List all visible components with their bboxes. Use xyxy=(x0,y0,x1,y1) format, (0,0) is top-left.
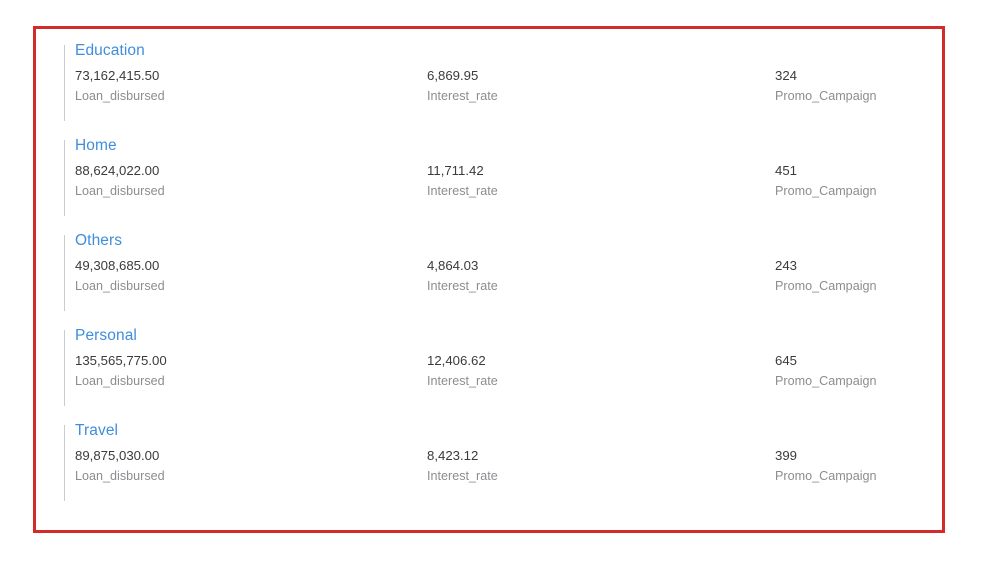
metric-cell-interest-rate: 11,711.42 Interest_rate xyxy=(427,161,775,201)
group-accent-rule xyxy=(64,140,65,216)
metric-value: 451 xyxy=(775,163,798,178)
metric-value: 324 xyxy=(775,68,798,83)
metric-cell-promo-campaign: 451 Promo_Campaign xyxy=(775,161,877,201)
metric-group[interactable]: Education 73,162,415.50 Loan_disbursed 6… xyxy=(64,41,932,136)
metric-group[interactable]: Others 49,308,685.00 Loan_disbursed 4,86… xyxy=(64,231,932,326)
group-title: Personal xyxy=(75,327,137,344)
metric-cell-loan-disbursed: 49,308,685.00 Loan_disbursed xyxy=(75,256,427,296)
metric-cell-promo-campaign: 645 Promo_Campaign xyxy=(775,351,877,391)
metric-label: Interest_rate xyxy=(427,279,498,293)
metric-value: 243 xyxy=(775,258,798,273)
metric-value: 399 xyxy=(775,448,798,463)
metric-cell-interest-rate: 12,406.62 Interest_rate xyxy=(427,351,775,391)
metric-cell-interest-rate: 6,869.95 Interest_rate xyxy=(427,66,775,106)
metric-label: Loan_disbursed xyxy=(75,469,165,483)
metric-cell-loan-disbursed: 89,875,030.00 Loan_disbursed xyxy=(75,446,427,486)
report-card: Education 73,162,415.50 Loan_disbursed 6… xyxy=(33,26,945,533)
metric-label: Loan_disbursed xyxy=(75,89,165,103)
metric-cell-interest-rate: 4,864.03 Interest_rate xyxy=(427,256,775,296)
metric-label: Promo_Campaign xyxy=(775,184,877,198)
metric-cell-loan-disbursed: 135,565,775.00 Loan_disbursed xyxy=(75,351,427,391)
metric-cell-promo-campaign: 324 Promo_Campaign xyxy=(775,66,877,106)
group-title: Home xyxy=(75,137,117,154)
metric-label: Loan_disbursed xyxy=(75,279,165,293)
metric-cell-promo-campaign: 243 Promo_Campaign xyxy=(775,256,877,296)
metric-value: 11,711.42 xyxy=(427,163,484,178)
metric-cell-interest-rate: 8,423.12 Interest_rate xyxy=(427,446,775,486)
metric-label: Promo_Campaign xyxy=(775,89,877,103)
metric-label: Interest_rate xyxy=(427,469,498,483)
metric-label: Loan_disbursed xyxy=(75,184,165,198)
metric-value: 49,308,685.00 xyxy=(75,258,160,273)
metric-value: 645 xyxy=(775,353,798,368)
metric-row: 49,308,685.00 Loan_disbursed 4,864.03 In… xyxy=(75,256,932,296)
metric-row: 88,624,022.00 Loan_disbursed 11,711.42 I… xyxy=(75,161,932,201)
metric-value: 89,875,030.00 xyxy=(75,448,160,463)
group-title: Travel xyxy=(75,422,119,439)
metric-label: Interest_rate xyxy=(427,184,498,198)
group-accent-rule xyxy=(64,330,65,406)
metric-label: Interest_rate xyxy=(427,89,498,103)
metric-row: 73,162,415.50 Loan_disbursed 6,869.95 In… xyxy=(75,66,932,106)
metric-label: Interest_rate xyxy=(427,374,498,388)
metric-value: 8,423.12 xyxy=(427,448,479,463)
metric-value: 73,162,415.50 xyxy=(75,68,160,83)
metric-group[interactable]: Home 88,624,022.00 Loan_disbursed 11,711… xyxy=(64,136,932,231)
metric-label: Promo_Campaign xyxy=(775,279,877,293)
metric-group[interactable]: Travel 89,875,030.00 Loan_disbursed 8,42… xyxy=(64,421,932,516)
metric-value: 6,869.95 xyxy=(427,68,479,83)
metric-value: 135,565,775.00 xyxy=(75,353,167,368)
metric-label: Loan_disbursed xyxy=(75,374,165,388)
metric-label: Promo_Campaign xyxy=(775,469,877,483)
metric-group[interactable]: Personal 135,565,775.00 Loan_disbursed 1… xyxy=(64,326,932,421)
group-accent-rule xyxy=(64,425,65,501)
metric-value: 88,624,022.00 xyxy=(75,163,160,178)
metric-value: 12,406.62 xyxy=(427,353,486,368)
group-title: Others xyxy=(75,232,123,249)
group-title: Education xyxy=(75,42,145,59)
metric-group-list: Education 73,162,415.50 Loan_disbursed 6… xyxy=(64,41,932,522)
group-accent-rule xyxy=(64,45,65,121)
metric-value: 4,864.03 xyxy=(427,258,479,273)
metric-cell-loan-disbursed: 73,162,415.50 Loan_disbursed xyxy=(75,66,427,106)
metric-cell-promo-campaign: 399 Promo_Campaign xyxy=(775,446,877,486)
metric-row: 89,875,030.00 Loan_disbursed 8,423.12 In… xyxy=(75,446,932,486)
group-accent-rule xyxy=(64,235,65,311)
screenshot-viewport: Education 73,162,415.50 Loan_disbursed 6… xyxy=(0,0,995,563)
metric-row: 135,565,775.00 Loan_disbursed 12,406.62 … xyxy=(75,351,932,391)
metric-cell-loan-disbursed: 88,624,022.00 Loan_disbursed xyxy=(75,161,427,201)
metric-label: Promo_Campaign xyxy=(775,374,877,388)
